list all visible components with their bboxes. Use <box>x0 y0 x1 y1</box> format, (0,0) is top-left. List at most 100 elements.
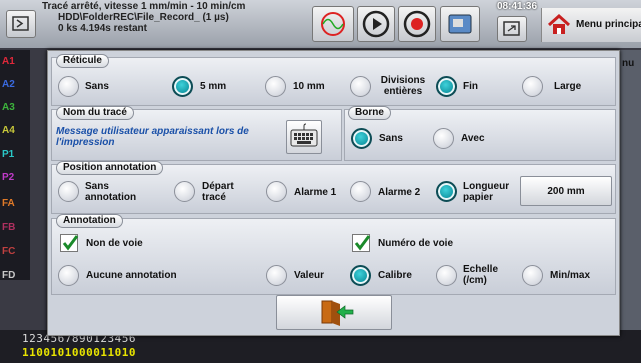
channel-name-label: Non de voie <box>86 238 143 249</box>
borne-sans-label: Sans <box>379 133 403 144</box>
position-longueur-label: Longueur papier <box>463 181 509 203</box>
window-icon <box>503 21 520 36</box>
annotation-echelle-line2: (/cm) <box>463 275 487 286</box>
sidebar-toggle-button[interactable] <box>6 10 36 38</box>
home-icon <box>547 13 571 34</box>
channel-label[interactable]: A2 <box>2 79 15 90</box>
checkmark-icon <box>62 235 79 251</box>
annotation-echelle-radio[interactable] <box>436 265 457 286</box>
position-depart-radio[interactable] <box>174 181 195 202</box>
play-icon <box>362 10 390 38</box>
reticule-title: Réticule <box>56 54 109 68</box>
clock-time: 08:41:36 <box>497 1 538 12</box>
annotation-title: Annotation <box>56 214 123 228</box>
position-depart-line1: Départ <box>202 181 234 192</box>
position-alarme2-radio[interactable] <box>350 181 371 202</box>
trace-mode-button[interactable] <box>312 6 354 42</box>
main-menu-button[interactable]: Menu principal <box>541 8 641 42</box>
reticule-large-label: Large <box>554 81 582 92</box>
checkmark-icon <box>354 235 371 251</box>
trace-icon <box>321 12 345 36</box>
channel-label[interactable]: A4 <box>2 125 15 136</box>
reticule-5mm-radio[interactable] <box>172 76 193 97</box>
borne-sans-radio[interactable] <box>351 128 372 149</box>
hard-drive-icon <box>448 14 472 34</box>
position-longueur-line2: papier <box>463 192 494 203</box>
right-edge-text: nu <box>622 58 635 69</box>
position-sans-line1: Sans <box>85 181 109 192</box>
channel-label[interactable]: P2 <box>2 172 14 183</box>
position-sans-radio[interactable] <box>58 181 79 202</box>
annotation-valeur-radio[interactable] <box>266 265 287 286</box>
status-line-remaining: 0 ks 4.194s restant <box>58 23 147 34</box>
position-depart-line2: tracé <box>202 192 226 203</box>
channel-label[interactable]: A3 <box>2 102 15 113</box>
annotation-calibre-label: Calibre <box>378 270 412 281</box>
window-button[interactable] <box>497 16 527 42</box>
annotation-none-label: Aucune annotation <box>86 270 177 281</box>
reticule-divisions-label: Divisions entières <box>378 75 428 97</box>
annotation-section: Non de voie Numéro de voie Aucune annota… <box>51 218 616 295</box>
annotation-none-radio[interactable] <box>58 265 79 286</box>
annotation-echelle-label: Echelle (/cm) <box>463 264 498 286</box>
exit-button[interactable] <box>276 295 392 330</box>
channel-label[interactable]: P1 <box>2 149 14 160</box>
reticule-divisions-line1: Divisions <box>380 75 426 86</box>
keyboard-button[interactable] <box>286 120 322 154</box>
channel-list: A1 A2 A3 A4 P1 P2 FA FB FC FD <box>0 50 30 281</box>
keyboard-icon <box>290 123 318 147</box>
paper-length-value: 200 mm <box>547 186 585 197</box>
annotation-valeur-label: Valeur <box>294 270 325 281</box>
digital-state-row: 1100101000011010 <box>22 346 136 359</box>
annotation-minmax-label: Min/max <box>550 270 591 281</box>
top-toolbar: Tracé arrêté, vitesse 1 mm/min - 10 min/… <box>0 0 641 48</box>
reticule-10mm-label: 10 mm <box>293 81 325 92</box>
main-menu-label: Menu principal <box>576 19 641 30</box>
status-line-speed: Tracé arrêté, vitesse 1 mm/min - 10 min/… <box>42 1 246 12</box>
position-depart-label: Départ tracé <box>202 181 234 203</box>
borne-title: Borne <box>348 106 391 120</box>
reticule-sans-label: Sans <box>85 81 109 92</box>
borne-avec-label: Avec <box>461 133 485 144</box>
channel-label[interactable]: A1 <box>2 56 15 67</box>
record-button[interactable] <box>398 6 436 42</box>
channel-name-checkbox[interactable] <box>60 234 79 252</box>
position-alarme1-radio[interactable] <box>266 181 287 202</box>
channel-label[interactable]: FA <box>2 198 15 209</box>
reticule-section: Sans 5 mm 10 mm Divisions entières Fin La… <box>51 57 616 106</box>
storage-button[interactable] <box>440 6 480 42</box>
annotation-echelle-line1: Echelle <box>463 264 499 275</box>
position-sans-label: Sans annotation <box>85 181 136 203</box>
reticule-divisions-line2: entières <box>383 86 423 97</box>
trace-settings-dialog: Sans 5 mm 10 mm Divisions entières Fin La… <box>47 50 620 336</box>
annotation-minmax-radio[interactable] <box>522 265 543 286</box>
reticule-5mm-label: 5 mm <box>200 81 227 92</box>
channel-label[interactable]: FD <box>2 270 15 281</box>
trace-name-title: Nom du tracé <box>56 106 134 120</box>
reticule-large-radio[interactable] <box>522 76 543 97</box>
borne-avec-radio[interactable] <box>433 128 454 149</box>
exit-door-icon <box>321 300 354 326</box>
reticule-fin-radio[interactable] <box>436 76 457 97</box>
paper-length-button[interactable]: 200 mm <box>520 176 612 206</box>
record-icon <box>403 10 431 38</box>
play-button[interactable] <box>357 6 395 42</box>
channel-label[interactable]: FC <box>2 246 15 257</box>
channel-label[interactable]: FB <box>2 222 15 233</box>
position-sans-line2: annotation <box>85 192 137 203</box>
expand-icon <box>12 16 29 31</box>
position-alarme2-label: Alarme 2 <box>378 187 421 198</box>
reticule-fin-label: Fin <box>463 81 478 92</box>
reticule-divisions-radio[interactable] <box>350 76 371 97</box>
annotation-calibre-radio[interactable] <box>350 265 371 286</box>
trace-name-message[interactable]: Message utilisateur apparaissant lors de… <box>56 126 271 148</box>
annotation-position-title: Position annotation <box>56 161 164 175</box>
channel-number-label: Numéro de voie <box>378 238 454 249</box>
position-longueur-line1: Longueur <box>463 181 510 192</box>
channel-number-checkbox[interactable] <box>352 234 371 252</box>
recording-status: Tracé arrêté, vitesse 1 mm/min - 10 min/… <box>42 1 245 34</box>
position-longueur-radio[interactable] <box>436 181 457 202</box>
position-alarme1-label: Alarme 1 <box>294 187 337 198</box>
reticule-10mm-radio[interactable] <box>265 76 286 97</box>
reticule-sans-radio[interactable] <box>58 76 79 97</box>
